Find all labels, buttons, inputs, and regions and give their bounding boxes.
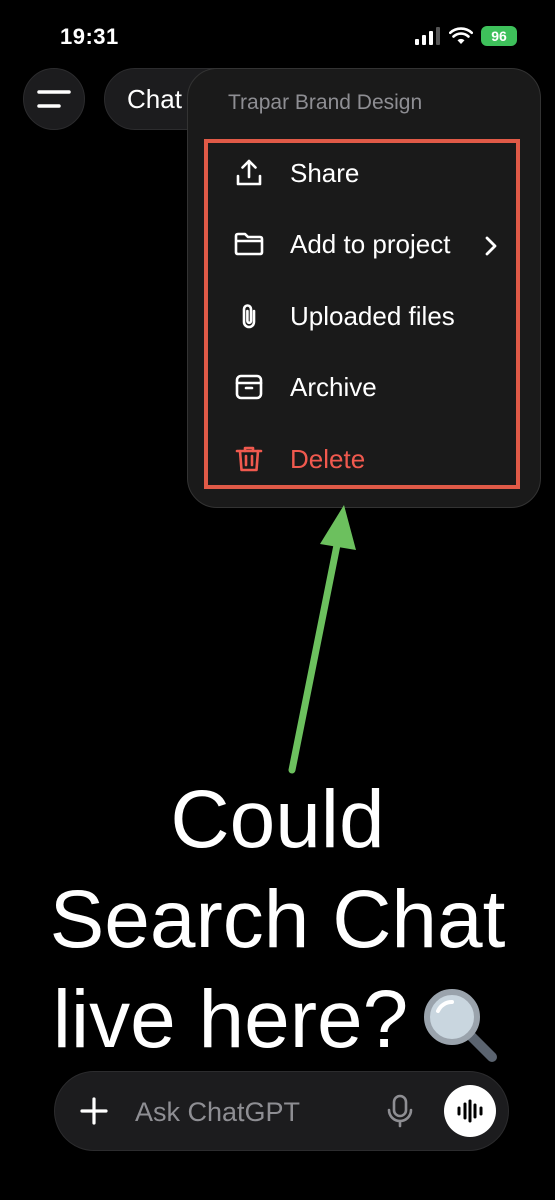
plus-icon [80,1097,108,1125]
menu-item-label: Uploaded files [290,300,455,331]
menu-item-label: Add to project [290,228,451,259]
menu-item-share[interactable]: Share [232,153,359,193]
share-icon [232,156,266,190]
menu-item-uploaded-files[interactable]: Uploaded files [232,296,455,336]
caption-line: Could [170,774,385,865]
annotation-arrow [288,505,356,774]
status-time: 19:31 [60,24,119,49]
caption-line: Search Chat [49,874,506,965]
caption-line: live here? [52,974,409,1065]
message-composer [54,1071,509,1151]
chevron-right-icon [485,236,497,256]
menu-item-label: Archive [290,371,377,402]
menu-item-archive[interactable]: Archive [232,367,377,407]
add-attachment-button[interactable] [75,1092,113,1130]
voice-mode-button[interactable] [444,1085,496,1137]
caption-line-with-emoji: live here? [0,970,555,1070]
dictation-button[interactable] [383,1092,417,1130]
cellular-signal-icon [415,27,440,45]
menu-item-label: Share [290,157,360,188]
trash-icon [232,442,266,476]
magnifying-glass-icon [424,989,498,1063]
hamburger-menu-icon [37,90,71,108]
archive-icon [232,370,266,404]
chat-title: Chat [127,83,182,114]
folder-icon [232,227,266,261]
paperclip-icon [232,299,266,333]
voice-waveform-icon [457,1099,483,1123]
menu-item-label: Delete [290,443,366,474]
sidebar-menu-button[interactable] [23,68,85,130]
wifi-icon [449,27,473,44]
menu-item-delete[interactable]: Delete [232,439,365,479]
message-input[interactable] [133,1092,367,1132]
annotation-caption: Could Search Chat live here? [0,770,555,1070]
chat-options-dropdown: Trapar Brand Design Share Add to project… [187,68,541,508]
microphone-icon [387,1094,413,1128]
status-icons: 96 [415,26,517,46]
battery-icon: 96 [481,26,517,46]
dropdown-title: Trapar Brand Design [228,91,423,114]
menu-item-add-to-project[interactable]: Add to project [232,224,450,264]
